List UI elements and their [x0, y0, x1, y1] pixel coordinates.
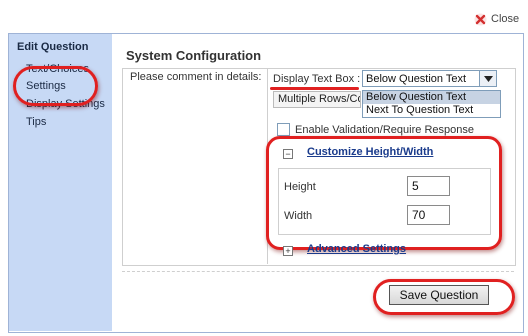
option-next-to-question-text[interactable]: Next To Question Text: [363, 104, 500, 117]
multiple-rows-text: Multiple Rows/Co: [278, 93, 361, 105]
divider: [122, 271, 514, 272]
display-text-box-underline: [270, 87, 359, 90]
display-text-box-label: Display Text Box :: [273, 73, 361, 85]
settings-highlight-ring: [13, 66, 98, 106]
close-label: Close: [491, 13, 520, 25]
section-title: System Configuration: [126, 48, 262, 63]
customize-highlight-ring: [266, 136, 502, 250]
enable-validation-label: Enable Validation/Require Response: [295, 124, 474, 136]
sidebar-title: Edit Question: [17, 41, 89, 53]
enable-validation-checkbox[interactable]: [277, 123, 290, 136]
sidebar-item-tips[interactable]: Tips: [26, 116, 46, 128]
option-below-question-text[interactable]: Below Question Text: [363, 91, 500, 104]
close-icon: [474, 13, 487, 25]
display-text-box-dropdown: Below Question Text Next To Question Tex…: [362, 90, 501, 118]
advanced-settings-link[interactable]: Advanced Settings: [307, 243, 406, 255]
comment-label: Please comment in details:: [130, 71, 262, 83]
select-value: Below Question Text: [366, 72, 467, 85]
multiple-rows-field[interactable]: Multiple Rows/Co: [273, 91, 361, 108]
chevron-down-icon[interactable]: [479, 71, 496, 86]
close-button[interactable]: Close: [474, 11, 519, 27]
display-text-box-select[interactable]: Below Question Text: [362, 70, 497, 87]
expand-icon[interactable]: +: [283, 246, 293, 256]
save-question-button[interactable]: Save Question: [389, 285, 489, 305]
